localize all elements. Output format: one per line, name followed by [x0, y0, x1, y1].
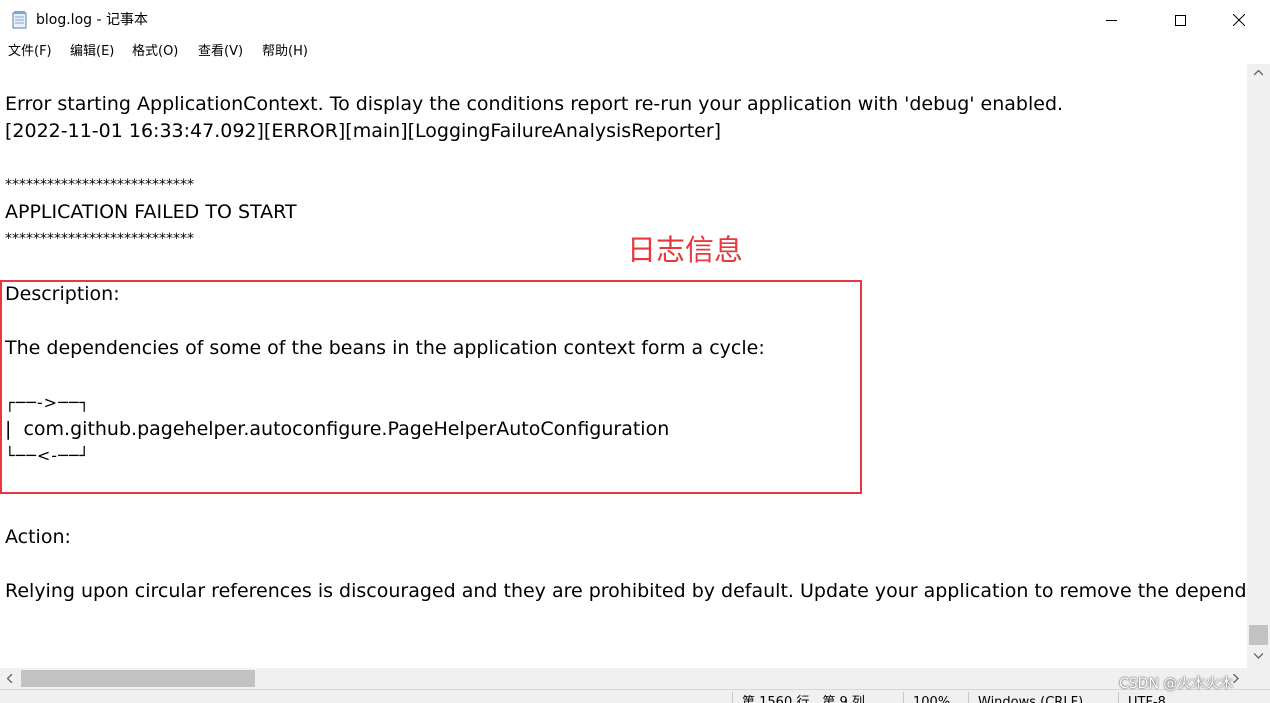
menu-format[interactable]: 格式(O) [132, 43, 178, 61]
text-line: *************************** [5, 231, 194, 247]
status-separator [732, 692, 733, 703]
text-editor[interactable]: Error starting ApplicationContext. To di… [0, 64, 1247, 668]
text-line: Error starting ApplicationContext. To di… [5, 93, 1064, 115]
menu-help[interactable]: 帮助(H) [262, 43, 308, 61]
text-line: The dependencies of some of the beans in… [5, 337, 765, 359]
vertical-scroll-thumb[interactable] [1249, 625, 1268, 645]
minimize-icon [1105, 19, 1117, 21]
vertical-scrollbar[interactable] [1247, 64, 1270, 668]
status-separator [968, 692, 969, 703]
horizontal-scroll-thumb[interactable] [21, 670, 255, 687]
menu-view[interactable]: 查看(V) [198, 43, 243, 61]
status-separator [1118, 692, 1119, 703]
text-line: *************************** [5, 177, 194, 193]
menu-bar: 文件(F) 编辑(E) 格式(O) 查看(V) 帮助(H) [0, 40, 1270, 64]
horizontal-scrollbar[interactable] [0, 668, 1247, 689]
maximize-icon [1174, 14, 1186, 26]
scroll-left-icon[interactable] [7, 674, 13, 683]
scroll-down-icon[interactable] [1254, 653, 1263, 659]
text-line: Relying upon circular references is disc… [5, 580, 1247, 602]
close-button[interactable] [1216, 0, 1262, 40]
text-line: ┌──->──┐ [5, 393, 90, 412]
status-bar: 第 1560 行，第 9 列 100% Windows (CRLF) UTF-8 [0, 689, 1270, 703]
close-icon [1233, 14, 1245, 26]
minimize-button[interactable] [1088, 0, 1134, 40]
text-line: [2022-11-01 16:33:47.092][ERROR][main][L… [5, 120, 722, 142]
scrollbar-corner [1247, 668, 1270, 689]
notepad-icon [12, 11, 28, 29]
window-title: blog.log - 记事本 [36, 12, 148, 28]
status-separator [903, 692, 904, 703]
text-line: APPLICATION FAILED TO START [5, 201, 297, 223]
watermark-text: CSDN @火木火木 [1119, 676, 1234, 692]
text-line: Action: [5, 526, 71, 548]
scroll-up-icon[interactable] [1254, 70, 1263, 76]
text-line: └──<-──┘ [5, 446, 90, 465]
scroll-right-icon[interactable] [1233, 674, 1239, 683]
maximize-button[interactable] [1157, 0, 1203, 40]
menu-file[interactable]: 文件(F) [8, 43, 52, 61]
menu-edit[interactable]: 编辑(E) [70, 43, 114, 61]
text-line: | com.github.pagehelper.autoconfigure.Pa… [5, 418, 670, 440]
text-line: Description: [5, 283, 120, 305]
title-bar[interactable]: blog.log - 记事本 [0, 0, 1270, 40]
annotation-label: 日志信息 [627, 233, 744, 267]
